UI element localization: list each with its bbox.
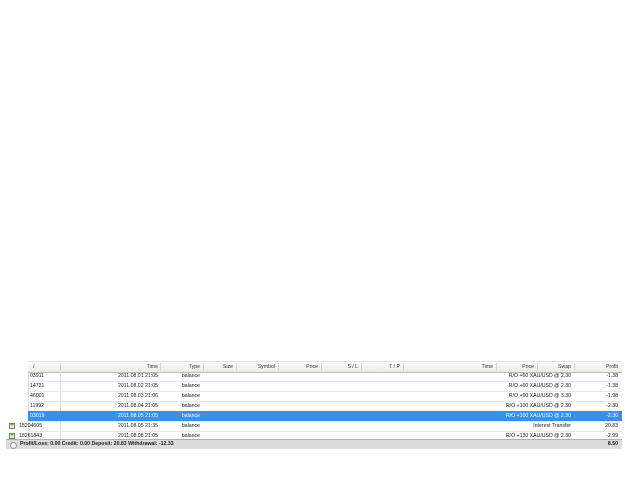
history-table: / Time Type Size Symbol Price S / L T / … (19, 361, 622, 449)
time-value: 2011.08.05 21:05 (118, 413, 158, 419)
type-value: balance (181, 383, 200, 389)
column-separator[interactable] (537, 363, 538, 371)
column-separator[interactable] (574, 363, 575, 371)
column-separator[interactable] (60, 363, 61, 371)
comment-value: R/O +100 XAU/USD @ 2.30 (505, 413, 571, 419)
type-value: balance (181, 393, 200, 399)
column-separator[interactable] (203, 363, 204, 371)
profit-value: -2.30 (606, 403, 618, 409)
comment-value: Interest Transfer (533, 423, 571, 429)
comment-value: R/O +100 XAU/USD @ 2.30 (505, 403, 571, 409)
profit-value: -1.98 (606, 393, 618, 399)
ticket-value: 11992 (30, 403, 45, 409)
profit-value: 20.83 (605, 423, 618, 429)
comment-value: R/O +60 XAU/USD @ 2.30 (508, 373, 571, 379)
summary-icon (10, 442, 17, 449)
type-value: balance (181, 413, 200, 419)
balance-entry-icon: + (9, 423, 15, 429)
profit-value: -2.30 (606, 413, 618, 419)
time-value: 2011.08.03 21:06 (118, 393, 158, 399)
column-separator[interactable] (403, 363, 404, 371)
time-value: 2011.08.02 21:05 (118, 383, 158, 389)
column-separator[interactable] (236, 363, 237, 371)
time-value: 2011.08.04 21:05 (118, 403, 158, 409)
time-value: 2011.08.01 21:05 (118, 373, 158, 379)
type-value: balance (181, 373, 200, 379)
column-separator[interactable] (160, 363, 161, 371)
account-history-panel: / Time Type Size Symbol Price S / L T / … (6, 361, 622, 449)
ticket-value: 03911 (30, 373, 45, 379)
time-value: 2011.08.05 21:35 (118, 423, 158, 429)
profit-value: -1.38 (606, 383, 618, 389)
summary-total: 8.50 (607, 441, 618, 447)
column-separator[interactable] (278, 363, 279, 371)
comment-value: R/O +60 XAU/USD @ 2.30 (508, 383, 571, 389)
profit-value: -1.38 (606, 373, 618, 379)
column-separator[interactable] (496, 363, 497, 371)
ticket-value: 14721 (30, 383, 45, 389)
summary-label: Profit/Loss: 0.00 Credit: 0.00 Deposit: … (20, 441, 174, 447)
column-separator[interactable] (361, 363, 362, 371)
column-separator[interactable] (321, 363, 322, 371)
type-value: balance (181, 423, 200, 429)
ticket-value: 46001 (30, 393, 45, 399)
type-value: balance (181, 403, 200, 409)
ticket-value: 18204605 (19, 423, 43, 429)
ticket-value: 03019 (30, 413, 45, 419)
comment-value: R/O +60 XAU/USD @ 3.30 (508, 393, 571, 399)
summary-row: Profit/Loss: 0.00 Credit: 0.00 Deposit: … (6, 439, 622, 449)
